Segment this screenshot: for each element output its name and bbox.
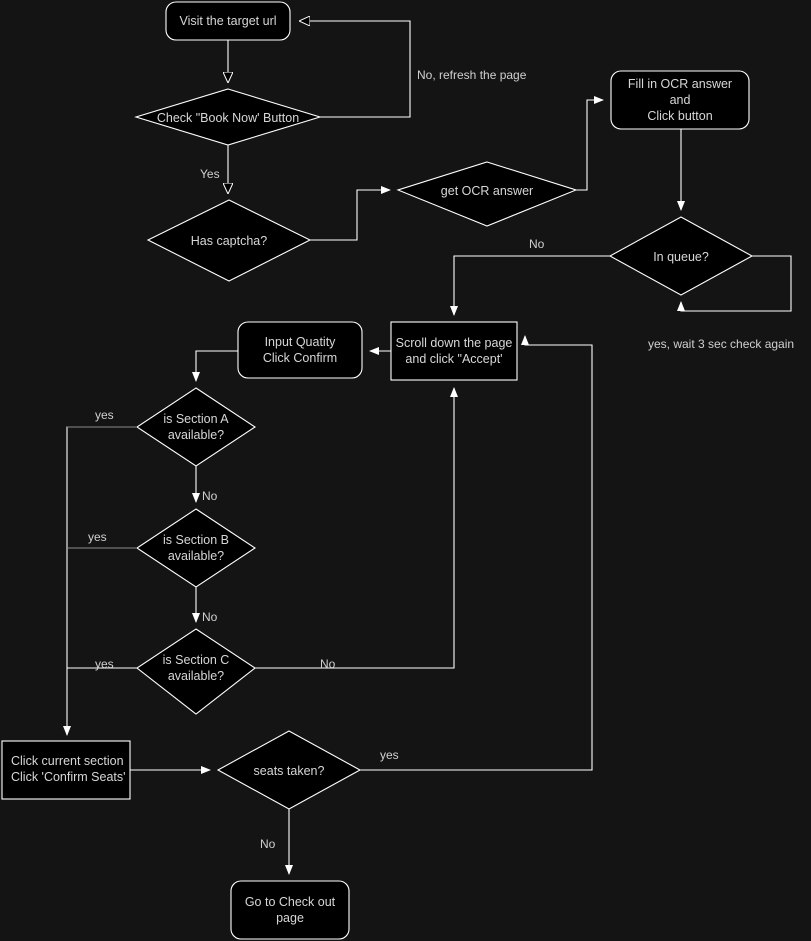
- node-click-current-section[interactable]: [2, 741, 130, 799]
- node-scroll-and-accept[interactable]: [391, 322, 517, 380]
- node-seats-taken[interactable]: [218, 731, 360, 809]
- flowchart-canvas: Visit the target url Check "Book Now' Bu…: [0, 0, 811, 941]
- node-get-ocr-answer[interactable]: [398, 162, 576, 226]
- node-section-c-available[interactable]: [137, 629, 255, 714]
- edge-queue-no: [450, 255, 610, 316]
- node-in-queue[interactable]: [610, 217, 752, 295]
- node-input-quantity[interactable]: [238, 322, 362, 378]
- node-go-to-checkout[interactable]: [231, 881, 349, 939]
- edge-section-a-yes: [63, 426, 137, 736]
- node-has-captcha[interactable]: [148, 200, 310, 281]
- node-visit[interactable]: [166, 2, 290, 40]
- node-section-a-available[interactable]: [137, 388, 255, 466]
- edge-seats-yes: [360, 335, 593, 771]
- node-check-book-now[interactable]: [136, 89, 320, 145]
- flowchart-svg: [1, 1, 792, 940]
- edge-captcha-to-ocr: [310, 186, 391, 241]
- node-section-b-available[interactable]: [137, 509, 255, 587]
- edge-ocr-to-fill: [576, 96, 604, 191]
- edge-section-c-no: [255, 387, 458, 669]
- edge-input-to-section-a: [192, 350, 238, 382]
- node-fill-ocr-answer[interactable]: [611, 71, 749, 129]
